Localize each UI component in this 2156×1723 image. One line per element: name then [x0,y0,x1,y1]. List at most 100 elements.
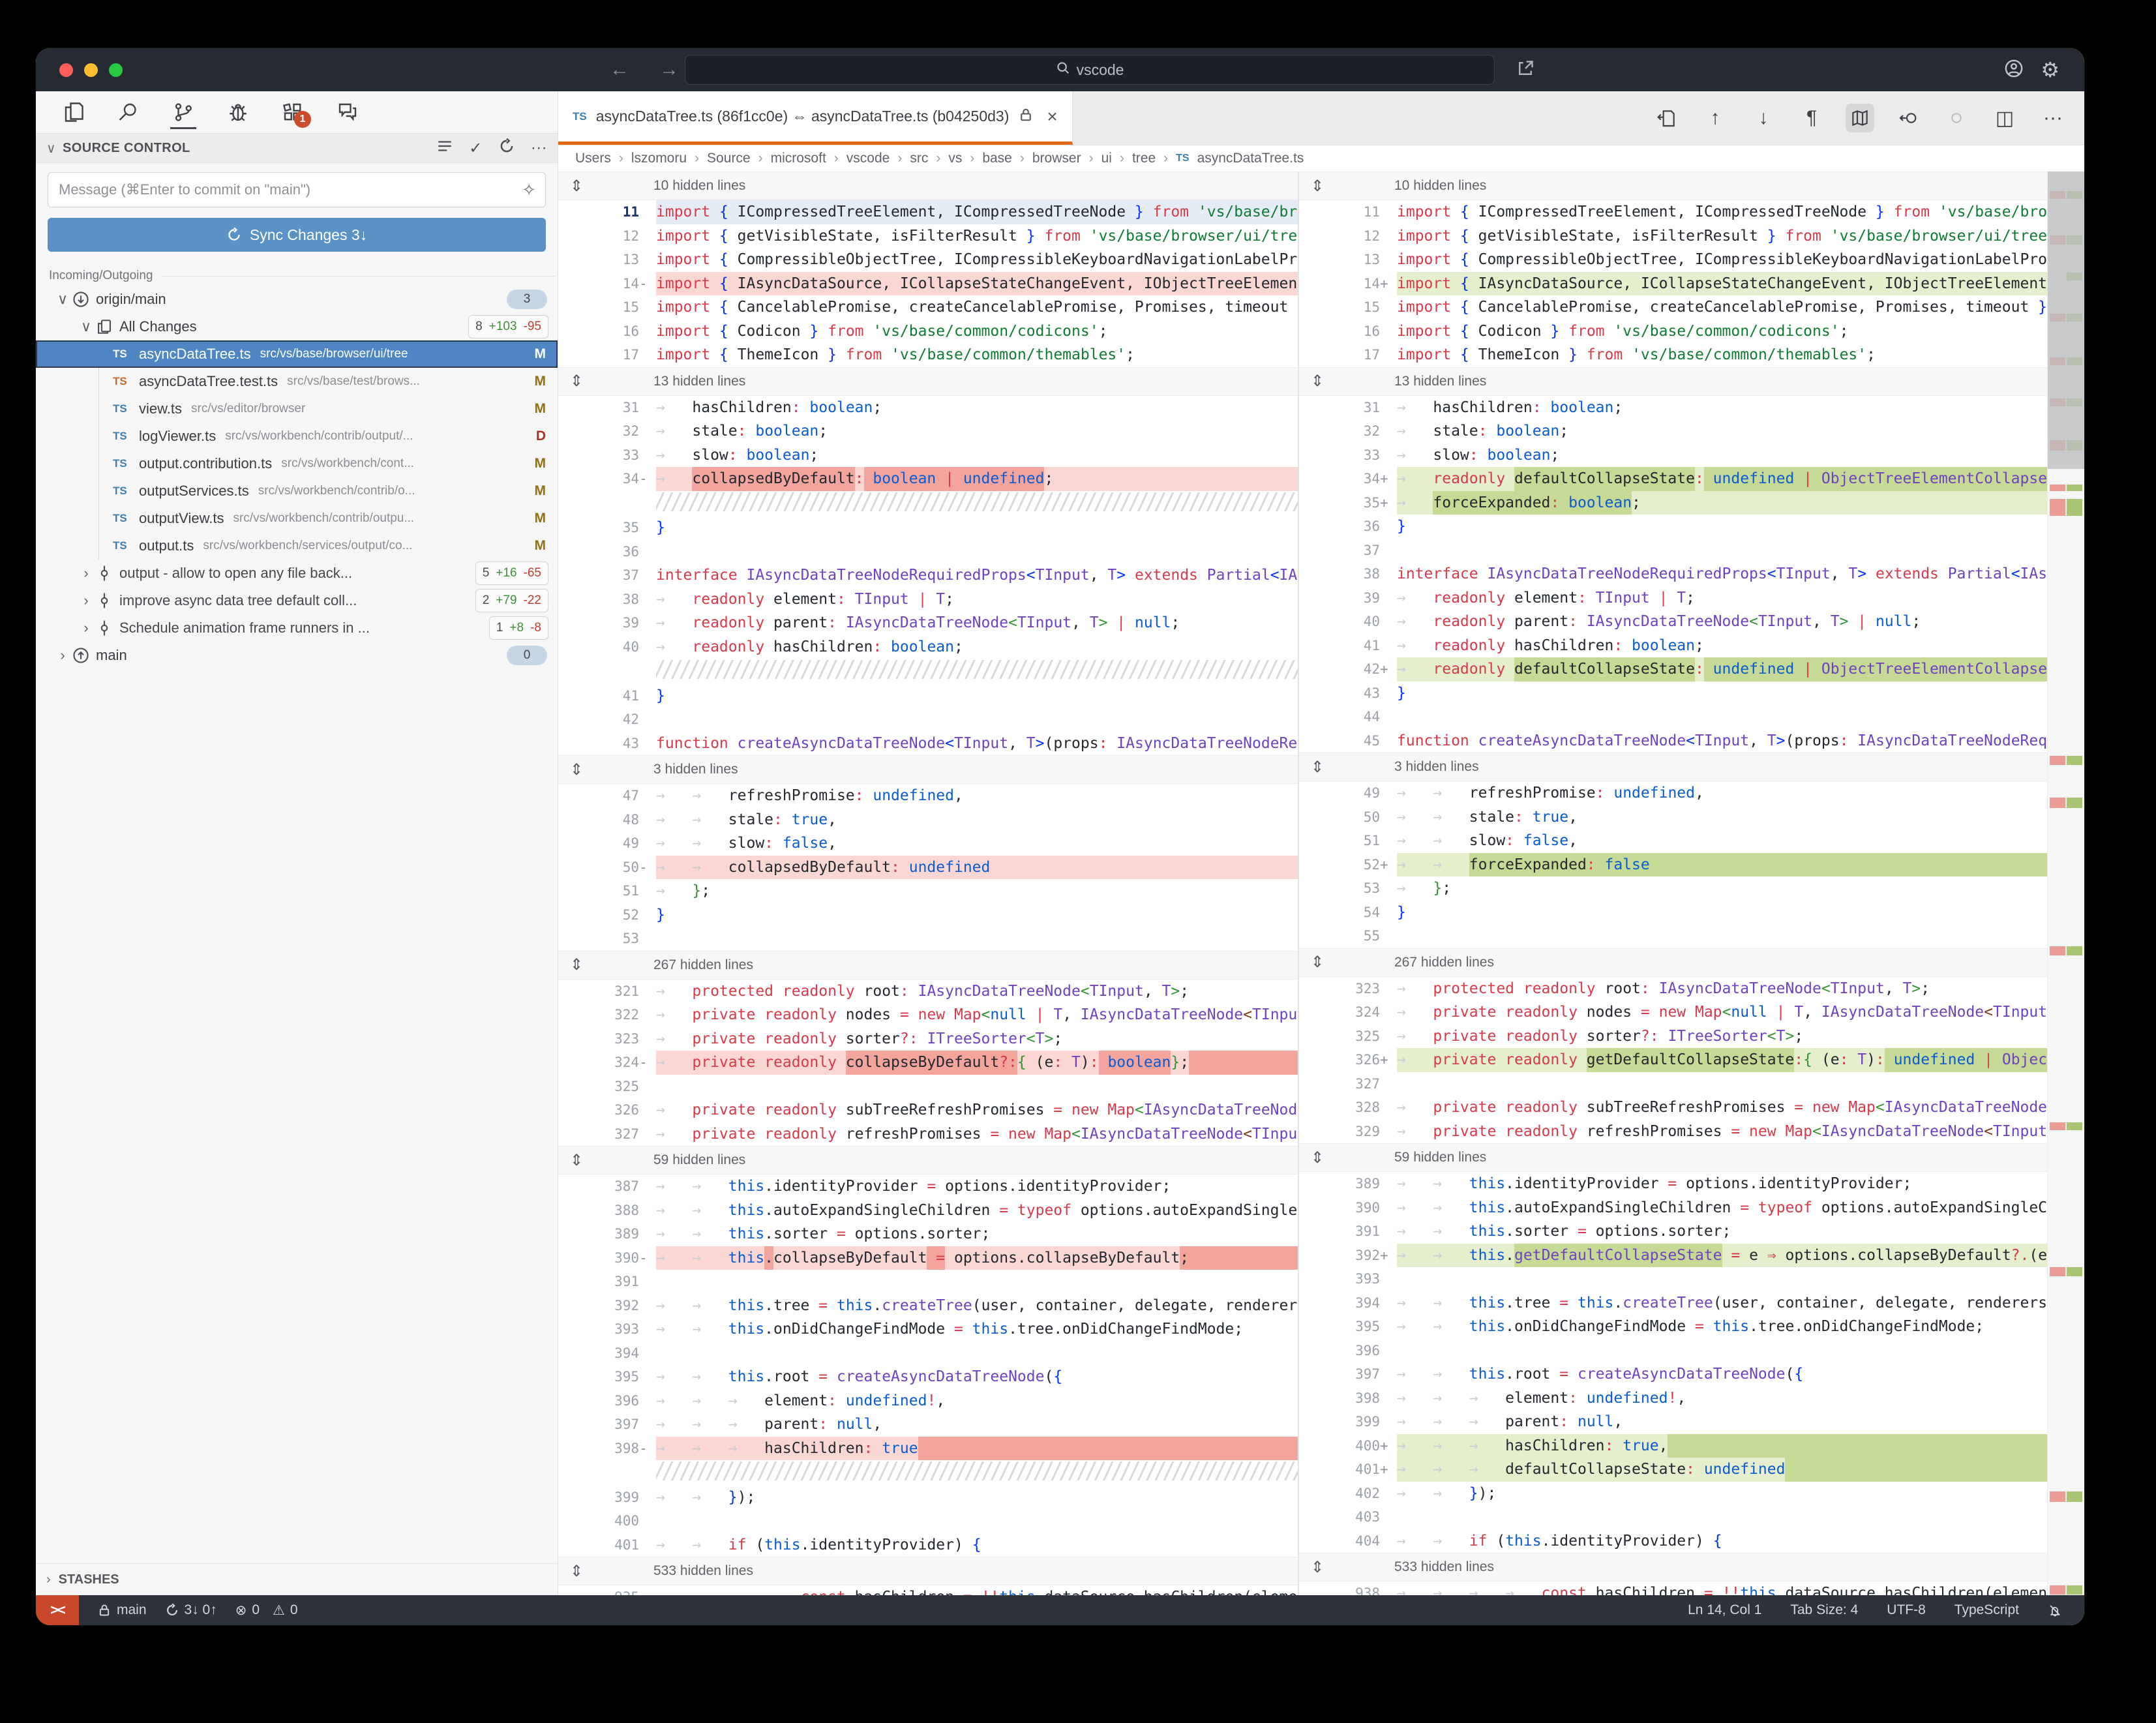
code-line[interactable]: 55 [1299,924,2047,948]
file-item[interactable]: TS asyncDataTree.ts src/vs/base/browser/ui… [36,340,558,368]
code-line[interactable]: 400 [558,1509,1298,1533]
code-line[interactable]: 13 import { CompressibleObjectTree, IComp… [1299,248,2047,272]
refresh-icon[interactable] [498,138,515,159]
hidden-lines-row[interactable]: ⇕ 10 hidden lines [558,172,1298,200]
code-line[interactable]: 16 import { Codicon } from 'vs/base/commo… [558,320,1298,344]
code-line[interactable]: 326 → private readonly subTreeRefreshProm… [558,1098,1298,1122]
breadcrumb-item[interactable]: base [982,151,1012,166]
code-line[interactable]: 393 [1299,1267,2047,1291]
code-line[interactable]: 324 → private readonly nodes = new Map < nu… [1299,1000,2047,1025]
next-change-icon[interactable]: ↓ [1749,104,1778,132]
code-line[interactable]: 32 → stale: boolean; [1299,419,2047,443]
file-item[interactable]: TS output.contribution.ts src/vs/workbench… [36,450,558,477]
branch-status[interactable]: main [97,1602,147,1618]
code-line[interactable]: 39 → readonly parent: IAsyncDataTreeNode <… [558,611,1298,635]
code-line[interactable]: 38 interface IAsyncDataTreeNodeRequiredPr… [1299,562,2047,586]
code-line[interactable]: 51 → }; [558,879,1298,903]
hidden-lines-row[interactable]: ⇕ 59 hidden lines [1299,1143,2047,1172]
code-line[interactable]: 36 [558,540,1298,564]
source-control-header[interactable]: ∨ SOURCE CONTROL ✓ ··· [36,133,558,163]
code-line[interactable]: 17 import { ThemeIcon } from 'vs/base/com… [1299,343,2047,367]
code-line[interactable]: 401 + → → → defaultCollapseState: undefine… [1299,1458,2047,1482]
breadcrumb-item[interactable]: microsoft [771,151,826,166]
swap-sides-icon[interactable] [1942,104,1971,132]
code-line[interactable]: 388 → → this .autoExpandSingleChildren = t… [558,1199,1298,1223]
code-line[interactable]: 53 [558,927,1298,951]
file-item[interactable]: TS view.ts src/vs/editor/browser M [36,395,558,423]
sync-status[interactable]: 3↓ 0↑ [165,1602,217,1618]
hidden-lines-row[interactable]: ⇕ 267 hidden lines [1299,948,2047,977]
commit-item[interactable]: › Schedule animation frame runners in ...… [36,614,558,642]
code-line[interactable]: 392 + → → this. getDefaultCollapseState = e… [1299,1243,2047,1267]
breadcrumb-file[interactable]: asyncDataTree.ts [1197,151,1304,166]
code-line[interactable]: 32 → stale: boolean; [558,419,1298,443]
file-item[interactable]: TS outputServices.ts src/vs/workbench/cont… [36,477,558,505]
view-as-list-icon[interactable] [436,138,453,159]
code-line[interactable]: 51 → → slow: false, [1299,829,2047,853]
code-line[interactable]: 43} [1299,682,2047,706]
code-line[interactable]: 397 → → → parent: null, [558,1413,1298,1437]
nav-back-icon[interactable]: ← [610,59,629,81]
code-line[interactable]: 31 → hasChildren: boolean; [1299,396,2047,420]
stashes-section[interactable]: › STASHES [36,1563,558,1595]
breadcrumb-item[interactable]: lszomoru [631,151,687,166]
code-line[interactable]: 15 import { CancelablePromise, createCanc… [1299,295,2047,320]
commit-message-input[interactable] [57,181,522,199]
settings-gear-icon[interactable]: ⚙ [2041,59,2059,80]
code-line[interactable]: 397 → → this .root = createAsyncDataTreeNo… [1299,1362,2047,1386]
code-line[interactable]: 50- → → collapsedByDefault: undefined [558,855,1298,879]
code-line[interactable]: 327 [1299,1072,2047,1096]
explorer-icon[interactable] [59,95,88,129]
inline-view-icon[interactable] [1894,104,1923,132]
code-line[interactable]: 52 + → → forceExpanded: false [1299,852,2047,876]
previous-change-icon[interactable]: ↑ [1701,104,1729,132]
commit-check-icon[interactable]: ✓ [469,139,483,158]
code-line[interactable]: 40 → readonly parent: IAsyncDataTreeNode <… [1299,610,2047,634]
code-line[interactable]: 17 import { ThemeIcon } from 'vs/base/com… [558,343,1298,367]
code-line[interactable]: 404 → → if (this .identityProvider) { [1299,1529,2047,1553]
changes-group-item[interactable]: ∨ All Changes 8 +103 -95 [36,313,558,340]
toggle-map-icon[interactable] [1846,104,1874,132]
code-line[interactable]: 47 → → refreshPromise: undefined, [558,784,1298,808]
code-line[interactable]: 41} [558,684,1298,708]
code-line[interactable]: 11 import { ICompressedTreeElement, IComp… [558,200,1298,224]
cursor-position[interactable]: Ln 14, Col 1 [1688,1602,1761,1618]
code-line[interactable]: 42 + → readonly defaultCollapseState: unde… [1299,657,2047,682]
breadcrumb-item[interactable]: Source [707,151,751,166]
code-line[interactable]: 392 → → this .tree = this. createTree (user,… [558,1294,1298,1318]
code-line[interactable]: 329 → private readonly refreshPromises = … [1299,1120,2047,1144]
code-line[interactable]: 34- → collapsedByDefault: boolean | undef… [558,467,1298,491]
code-line[interactable]: 328 → private readonly subTreeRefreshProm… [1299,1096,2047,1120]
code-line[interactable]: 400 + → → → hasChildren: true, [1299,1433,2047,1458]
problems-status[interactable]: ⊗ 0 ⚠ 0 [235,1602,298,1619]
code-line[interactable]: 935→ → → → const hasChildren = !!this.da… [558,1585,1298,1595]
code-line[interactable]: 394 [558,1341,1298,1366]
code-line[interactable]: 325 → private readonly sorter?: ITreeSort… [1299,1025,2047,1049]
code-line[interactable]: 390 → → this .autoExpandSingleChildren = t… [1299,1196,2047,1220]
hidden-lines-row[interactable]: ⇕ 533 hidden lines [1299,1553,2047,1581]
notifications-bell-icon[interactable] [2048,1603,2062,1617]
code-line[interactable]: 14 + import { IAsyncDataSource, ICollapseS… [1299,271,2047,295]
hidden-lines-row[interactable]: ⇕ 3 hidden lines [558,755,1298,784]
code-line[interactable]: 49 → → slow: false, [558,832,1298,856]
code-line[interactable]: 327 → private readonly refreshPromises = … [558,1122,1298,1146]
zoom-window-button[interactable] [109,63,123,77]
more-actions-icon[interactable]: ··· [531,139,547,157]
code-line[interactable]: 391 [558,1270,1298,1294]
code-line[interactable]: 387 → → this .identityProvider = options.i… [558,1175,1298,1199]
chat-icon[interactable] [333,95,362,129]
overview-ruler[interactable] [2047,172,2084,1595]
code-line[interactable]: 35} [558,516,1298,540]
code-line[interactable]: 37 [1299,539,2047,563]
hidden-lines-row[interactable]: ⇕ 3 hidden lines [1299,753,2047,781]
account-icon[interactable] [2004,59,2024,82]
code-line[interactable]: 399 → → → parent: null, [1299,1410,2047,1434]
file-item[interactable]: TS output.ts src/vs/workbench/services/out… [36,532,558,560]
code-line[interactable]: 16 import { Codicon } from 'vs/base/commo… [1299,320,2047,344]
code-line[interactable]: 50 → → stale: true, [1299,805,2047,830]
code-line[interactable]: 389 → → this .identityProvider = options.i… [1299,1172,2047,1196]
code-line[interactable]: 396 → → → element: undefined!, [558,1389,1298,1413]
code-line[interactable]: 35 + → forceExpanded: boolean; [1299,490,2047,515]
code-line[interactable]: 37 interface IAsyncDataTreeNodeRequiredPr… [558,563,1298,588]
breadcrumb-item[interactable]: ui [1101,151,1112,166]
